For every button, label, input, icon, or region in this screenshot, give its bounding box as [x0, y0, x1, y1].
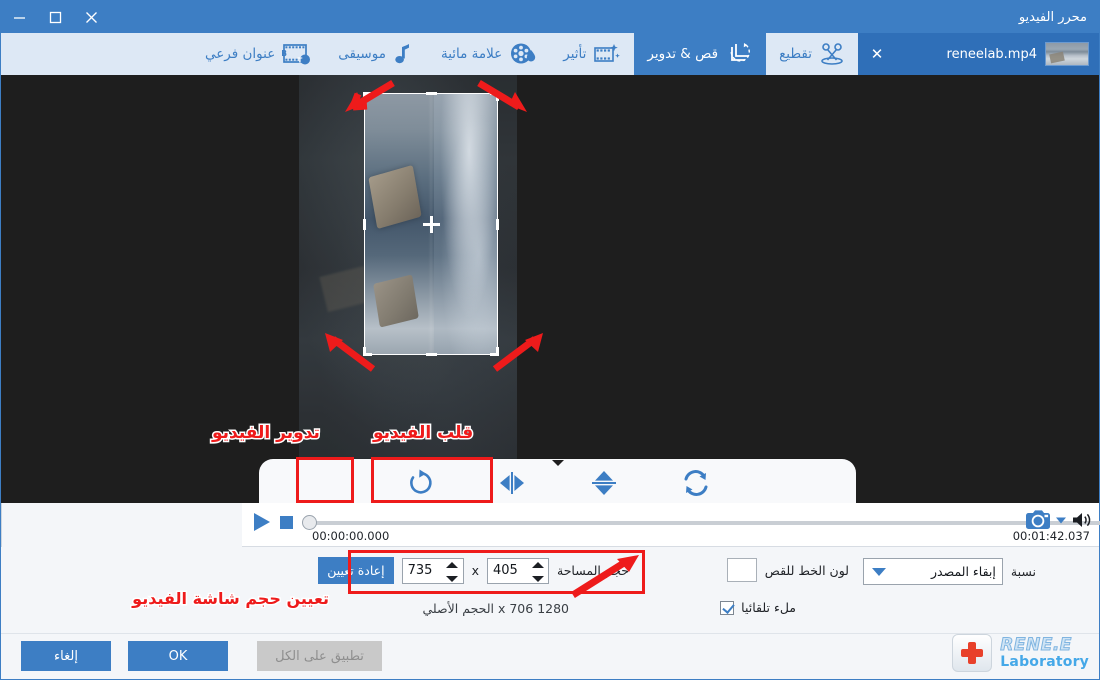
annotation-arrow-top-right [475, 79, 535, 119]
camera-icon[interactable] [1025, 509, 1051, 531]
reset-transform-button[interactable] [676, 466, 716, 500]
auto-fill-checkbox[interactable] [720, 600, 735, 615]
crop-handle-bottom-center[interactable] [426, 353, 437, 356]
crop-height-stepper[interactable] [446, 561, 459, 582]
crop-handle-middle-left[interactable] [363, 219, 366, 230]
svg-text:SUB: SUB [282, 49, 287, 58]
settings-panel: حجم المساحة x إعادة تعيين 1280 x 706 الح… [1, 547, 1099, 633]
tab-crop-rotate-label: قص & تدوير [647, 46, 719, 62]
window-title: محرر الفيديو [1018, 9, 1087, 25]
auto-fill-label: ملء تلقائيا [741, 600, 796, 615]
cancel-button[interactable]: إلغاء [21, 641, 111, 671]
crop-handle-middle-right[interactable] [496, 219, 499, 230]
effect-film-icon [593, 42, 621, 66]
video-editor-window: محرر الفيديو reneelab.mp4 ✕ تقطيع قص & ت… [0, 0, 1100, 680]
annotation-arrow-bottom-right [489, 325, 555, 373]
tab-watermark-label: علامة مائية [440, 46, 503, 62]
ratio-select[interactable]: إبقاء المصدر [862, 558, 1003, 585]
seek-track[interactable] [304, 521, 1100, 525]
window-controls [1, 1, 109, 33]
chevron-down-icon [871, 567, 886, 576]
current-time-label: 00:00:00.000 [312, 529, 390, 543]
close-button[interactable] [73, 1, 109, 33]
rene-e-logo: RENE.E Laboratory [952, 634, 1089, 672]
player-bar: 00:00:00.000 00:01:42.037 [242, 503, 1100, 547]
medical-cross-icon [952, 634, 993, 672]
main-toolbar: تقطيع قص & تدوير تأثير علامة مائية موسيق… [1, 33, 858, 75]
chevron-down-icon[interactable] [1055, 514, 1067, 526]
logo-line-2: Laboratory [1000, 653, 1089, 670]
reset-swap-icon [680, 468, 712, 498]
reset-size-button[interactable]: إعادة تعيين [318, 557, 394, 584]
tab-watermark[interactable]: علامة مائية [428, 33, 550, 75]
tab-music-label: موسيقى [338, 46, 386, 62]
tab-effect[interactable]: تأثير [550, 33, 634, 75]
tab-trim[interactable]: تقطيع [766, 33, 858, 75]
video-preview-stage[interactable]: قلب الفيديو تدوير الفيديو [1, 75, 1099, 503]
music-note-icon [393, 41, 415, 67]
tab-trim-label: تقطيع [779, 46, 812, 62]
annotation-arrow-bottom-left [313, 325, 379, 373]
file-tab-reneelab[interactable]: reneelab.mp4 ✕ [858, 33, 1099, 75]
stop-button[interactable] [280, 516, 293, 529]
scissors-icon [819, 42, 845, 66]
ratio-label: نسبة [1010, 564, 1036, 579]
player-right-controls [1025, 509, 1093, 531]
crop-width-input[interactable] [487, 557, 549, 584]
original-size-row: 1280 x 706 الحجم الأصلي [423, 601, 570, 616]
title-bar: محرر الفيديو [1, 1, 1099, 33]
auto-fill-row: ملء تلقائيا [720, 600, 796, 615]
annotation-rotate-video: تدوير الفيديو [211, 422, 322, 445]
logo-line-1: RENE.E [1000, 634, 1072, 655]
crop-height-input[interactable] [401, 557, 464, 584]
annotation-flip-video: قلب الفيديو [371, 422, 474, 445]
total-time-label: 00:01:42.037 [1012, 529, 1090, 543]
play-button[interactable] [251, 511, 273, 533]
crop-line-color-label: لون الخط للقص [764, 562, 849, 578]
ratio-row: نسبة إبقاء المصدر [862, 558, 1036, 585]
tab-music[interactable]: موسيقى [325, 33, 428, 75]
maximize-button[interactable] [37, 1, 73, 33]
crop-height-field[interactable] [402, 558, 443, 583]
tab-subtitle[interactable]: SUB T عنوان فرعي [192, 33, 325, 75]
watermark-icon [509, 41, 537, 67]
ok-button[interactable]: OK [128, 641, 228, 671]
file-thumbnail [1045, 42, 1089, 66]
file-tab-label: reneelab.mp4 [946, 46, 1037, 62]
apply-to-all-button[interactable]: تطبيق على الكل [257, 641, 382, 671]
crop-width-stepper[interactable] [531, 561, 544, 582]
flip-vertical-button[interactable] [584, 466, 624, 500]
volume-icon[interactable] [1071, 510, 1093, 530]
crop-line-color-swatch[interactable] [726, 558, 757, 582]
original-size-label: 1280 x 706 الحجم الأصلي [422, 601, 570, 616]
file-tab-close-icon[interactable]: ✕ [868, 46, 886, 62]
tab-effect-label: تأثير [563, 46, 587, 62]
rotate-right-icon [405, 468, 435, 498]
crop-line-color-row: لون الخط للقص [726, 558, 849, 582]
flip-vertical-icon [589, 467, 619, 499]
footer-bar: RENE.E Laboratory تطبيق على الكل OK إلغا… [1, 633, 1099, 679]
annotation-set-screen-size: تعيين حجم شاشة الفيديو [131, 588, 331, 610]
svg-text:T: T [298, 56, 303, 64]
size-separator: x [471, 563, 479, 578]
rotate-button[interactable] [400, 466, 440, 500]
subtitle-icon: SUB T [282, 41, 312, 67]
tab-crop-rotate[interactable]: قص & تدوير [634, 33, 767, 75]
transform-tool-tray [259, 459, 856, 503]
crop-center-crosshair-icon [423, 216, 440, 233]
crop-selection-box[interactable] [363, 92, 499, 356]
ratio-select-value: إبقاء المصدر [931, 564, 996, 579]
annotation-arrow-top-left [337, 79, 397, 119]
flip-horizontal-icon [496, 469, 528, 497]
crop-width-field[interactable] [488, 558, 528, 583]
flip-horizontal-button[interactable] [492, 466, 532, 500]
seek-knob[interactable] [302, 515, 317, 530]
crop-handle-top-center[interactable] [426, 92, 437, 95]
crop-rotate-icon [725, 41, 753, 67]
tab-strip: reneelab.mp4 ✕ تقطيع قص & تدوير تأثير عل… [1, 33, 1099, 75]
minimize-button[interactable] [1, 1, 37, 33]
tab-subtitle-label: عنوان فرعي [205, 46, 276, 62]
annotation-arrow-to-size [569, 553, 643, 599]
